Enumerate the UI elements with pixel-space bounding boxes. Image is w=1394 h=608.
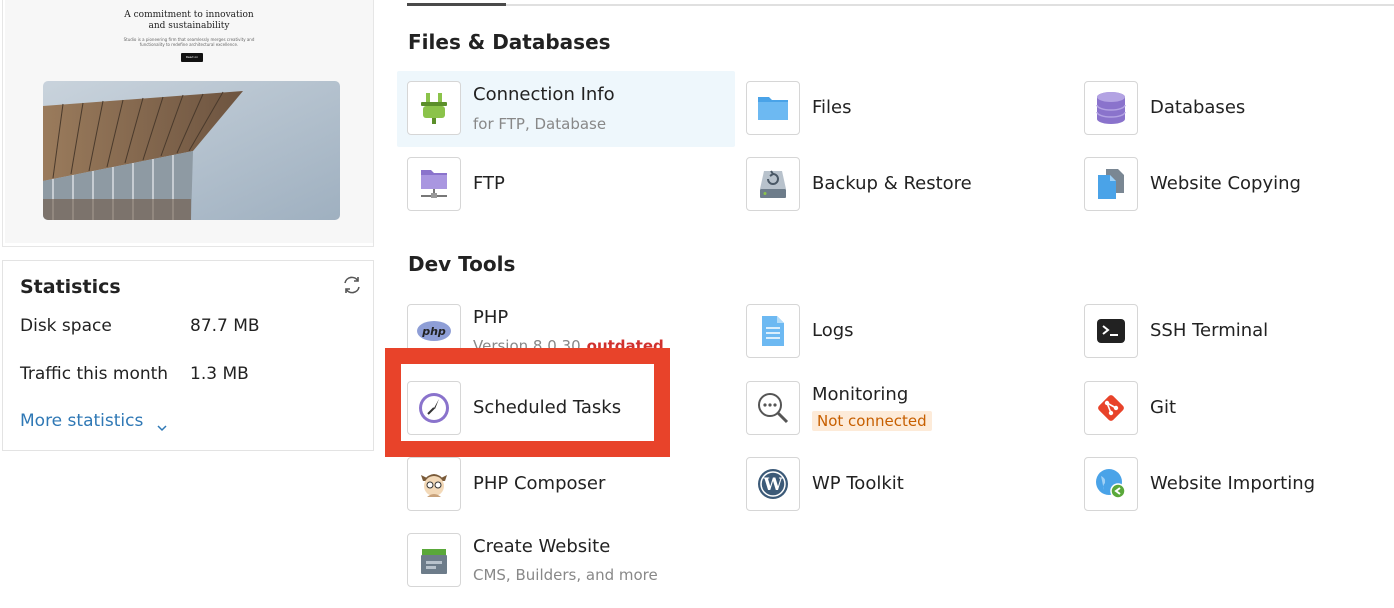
globe-import-icon xyxy=(1084,457,1138,511)
files-tool[interactable]: Files xyxy=(736,71,1066,141)
preview-building-image xyxy=(43,81,340,220)
refresh-icon[interactable] xyxy=(341,274,363,296)
preview-hero-sub-line2: functionality to redefine architectural … xyxy=(139,42,239,47)
create-website-sub: CMS, Builders, and more xyxy=(473,566,658,584)
php-composer-tool[interactable]: PHP Composer xyxy=(397,447,727,517)
statistics-card: Statistics Disk space 87.7 MB Traffic th… xyxy=(2,260,374,451)
plug-icon xyxy=(407,81,461,135)
statistics-title: Statistics xyxy=(20,276,121,298)
php-version: Version 8.0.30 outdated xyxy=(473,337,664,350)
create-website-tool[interactable]: Create Website CMS, Builders, and more xyxy=(397,523,727,595)
website-importing-tool[interactable]: Website Importing xyxy=(1074,447,1394,517)
terminal-icon xyxy=(1084,304,1138,358)
backup-drive-icon xyxy=(746,157,800,211)
copy-pages-icon xyxy=(1084,157,1138,211)
website-box-icon xyxy=(407,533,461,587)
monitoring-name: Monitoring xyxy=(812,384,909,405)
traffic-label: Traffic this month xyxy=(20,364,169,384)
disk-space-label: Disk space xyxy=(20,316,112,336)
svg-text:php: php xyxy=(421,325,446,338)
git-name: Git xyxy=(1150,397,1177,418)
preview-hero-title-line1: A commitment to innovation xyxy=(124,10,254,20)
databases-tool[interactable]: Databases xyxy=(1074,71,1394,141)
svg-text:W: W xyxy=(762,475,783,495)
database-icon xyxy=(1084,81,1138,135)
wp-toolkit-name: WP Toolkit xyxy=(812,473,904,494)
connection-info-tool[interactable]: Connection Info for FTP, Database xyxy=(397,71,735,147)
git-icon xyxy=(1084,381,1138,435)
files-name: Files xyxy=(812,97,852,118)
active-tab-indicator xyxy=(407,3,506,6)
preview-hero-title-line2: and sustainability xyxy=(148,21,230,31)
website-copying-name: Website Copying xyxy=(1150,173,1301,194)
website-copying-tool[interactable]: Website Copying xyxy=(1074,147,1394,217)
files-databases-title: Files & Databases xyxy=(408,30,611,54)
logs-name: Logs xyxy=(812,320,854,341)
monitoring-tool[interactable]: Monitoring Not connected xyxy=(736,371,1066,441)
ftp-folder-icon xyxy=(407,157,461,211)
php-version-text: Version 8.0.30 xyxy=(473,337,581,350)
traffic-value: 1.3 MB xyxy=(190,364,249,384)
php-icon: php xyxy=(407,304,461,350)
magnifier-icon xyxy=(746,381,800,435)
clock-icon xyxy=(407,381,461,435)
scheduled-tasks-tool[interactable]: Scheduled Tasks xyxy=(397,371,727,441)
ssh-terminal-name: SSH Terminal xyxy=(1150,320,1269,341)
site-preview-screenshot: A commitment to innovation and sustainab… xyxy=(5,0,373,243)
disk-space-value: 87.7 MB xyxy=(190,316,260,336)
php-tool[interactable]: php PHP Version 8.0.30 outdated xyxy=(397,294,727,350)
tab-bar-divider xyxy=(407,4,1394,6)
folder-icon xyxy=(746,81,800,135)
logs-tool[interactable]: Logs xyxy=(736,294,1066,364)
connection-info-name: Connection Info xyxy=(473,84,615,105)
log-document-icon xyxy=(746,304,800,358)
backup-restore-name: Backup & Restore xyxy=(812,173,972,194)
wp-toolkit-tool[interactable]: W WP Toolkit xyxy=(736,447,1066,517)
ftp-name: FTP xyxy=(473,173,505,194)
backup-restore-tool[interactable]: Backup & Restore xyxy=(736,147,1066,217)
more-statistics-label: More statistics xyxy=(20,411,144,431)
databases-name: Databases xyxy=(1150,97,1246,118)
scheduled-tasks-name: Scheduled Tasks xyxy=(473,397,622,418)
connection-info-sub: for FTP, Database xyxy=(473,115,607,133)
chevron-down-icon xyxy=(157,417,167,432)
ssh-terminal-tool[interactable]: SSH Terminal xyxy=(1074,294,1394,364)
git-tool[interactable]: Git xyxy=(1074,371,1394,441)
ftp-tool[interactable]: FTP xyxy=(397,147,727,217)
php-outdated-badge: outdated xyxy=(586,337,664,350)
not-connected-badge: Not connected xyxy=(812,411,932,431)
more-statistics-link[interactable]: More statistics xyxy=(20,411,167,432)
site-preview-card[interactable]: A commitment to innovation and sustainab… xyxy=(2,0,374,247)
composer-icon xyxy=(407,457,461,511)
php-composer-name: PHP Composer xyxy=(473,473,606,494)
website-importing-name: Website Importing xyxy=(1150,473,1316,494)
php-name: PHP xyxy=(473,307,509,328)
wordpress-icon: W xyxy=(746,457,800,511)
preview-hero-subtitle: Studio is a pioneering firm that seamles… xyxy=(5,37,373,47)
preview-hero-button: Read on xyxy=(181,53,203,62)
create-website-name: Create Website xyxy=(473,536,611,557)
preview-hero-title: A commitment to innovation and sustainab… xyxy=(5,10,373,32)
dev-tools-title: Dev Tools xyxy=(408,252,516,276)
